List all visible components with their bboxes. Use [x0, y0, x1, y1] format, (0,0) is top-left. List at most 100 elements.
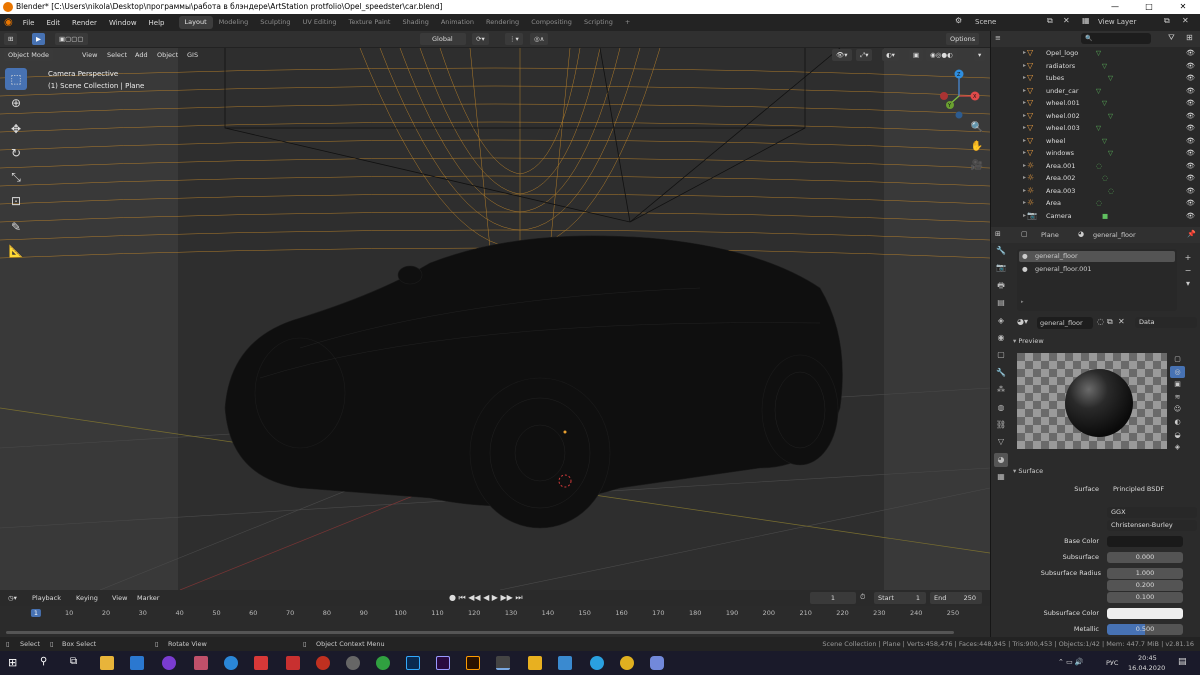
app-m-icon[interactable]	[528, 656, 542, 670]
view-menu[interactable]: View	[108, 592, 131, 604]
base-color-swatch[interactable]	[1107, 536, 1183, 547]
material-selector[interactable]: ◕▾ general_floor ◌ ⧉ ✕	[1017, 317, 1127, 329]
preview-hair-icon[interactable]: ≋	[1170, 391, 1185, 404]
menu-window[interactable]: Window	[103, 19, 143, 27]
expand-arrow-icon[interactable]: ▸	[1023, 47, 1026, 60]
app-gear-icon[interactable]	[346, 656, 360, 670]
filter-icon[interactable]: ⛛	[1168, 33, 1175, 43]
view-layer-browse-icon[interactable]: ⧉	[1164, 16, 1170, 26]
transform-icon[interactable]: ⊡	[5, 190, 27, 212]
premiere-icon[interactable]	[436, 656, 450, 670]
visibility-eye-icon[interactable]: 👁	[1186, 147, 1195, 160]
tab-rendering[interactable]: Rendering	[480, 16, 525, 29]
preview-cloth-icon[interactable]: ◒	[1170, 429, 1185, 442]
tab-uv-editing[interactable]: UV Editing	[297, 16, 343, 29]
link-dropdown[interactable]: Data	[1135, 317, 1197, 328]
navigation-gizmo[interactable]: Z X Y	[938, 68, 984, 128]
outliner-search-field[interactable]: 🔍	[1081, 33, 1151, 44]
illustrator-icon[interactable]	[466, 656, 480, 670]
close-button[interactable]: ✕	[1166, 0, 1200, 14]
outliner-row[interactable]: ▸ ▽ windows ▽ 👁	[991, 147, 1200, 160]
menu-object[interactable]: Object	[153, 49, 182, 61]
telegram-icon[interactable]	[590, 656, 604, 670]
menu-view[interactable]: View	[78, 49, 101, 61]
timeline-editor-icon[interactable]: ◷▾	[4, 592, 21, 604]
material-slot-0[interactable]: ● general_floor	[1019, 251, 1175, 262]
pin-icon[interactable]: 📌	[1187, 230, 1196, 238]
subsurface-color-swatch[interactable]	[1107, 608, 1183, 619]
material-name-field[interactable]: general_floor	[1037, 317, 1093, 329]
edge-browser-icon[interactable]	[224, 656, 238, 670]
slot-specials-icon[interactable]: ▾	[1181, 277, 1195, 290]
tool-tab-icon[interactable]: 🔧	[994, 244, 1008, 258]
editor-type-button[interactable]: ⊞	[4, 33, 18, 45]
app-photos-icon[interactable]	[558, 656, 572, 670]
outliner-row[interactable]: ▸ 📷 Camera ■ 👁	[991, 210, 1200, 223]
app-red2-icon[interactable]	[286, 656, 300, 670]
auto-keying-icon[interactable]: ⏱	[860, 593, 865, 602]
preview-world-icon[interactable]: ◐	[1170, 416, 1185, 429]
expand-arrow-icon[interactable]: ▸	[1023, 172, 1026, 185]
app-red-icon[interactable]	[254, 656, 268, 670]
timeline-scrollbar[interactable]	[6, 631, 954, 634]
shading-modes-icon[interactable]: ◉◎●◐	[926, 49, 957, 61]
expand-arrow-icon[interactable]: ▸	[1023, 85, 1026, 98]
camera-view-icon[interactable]: 🎥	[970, 160, 984, 174]
outliner-row[interactable]: ▸ ☼ Area.003 ◌ 👁	[991, 185, 1200, 198]
timeline[interactable]: 1 10 20 30 40 50 60 70 80 90 100 110 120 130 140 150 160…	[0, 606, 990, 637]
app-green-icon[interactable]	[376, 656, 390, 670]
scene-delete-icon[interactable]: ✕	[1063, 16, 1070, 25]
mode-dropdown[interactable]: Object Mode	[4, 49, 53, 61]
outliner-row[interactable]: ▸ ▽ wheel.002 ▽ 👁	[991, 110, 1200, 123]
visibility-eye-icon[interactable]: 👁	[1186, 47, 1195, 60]
preview-flat-icon[interactable]: ▢	[1170, 353, 1185, 366]
preview-sphere-icon[interactable]: ◎	[1170, 365, 1185, 379]
physics-tab-icon[interactable]: ◍	[994, 401, 1008, 415]
add-workspace-button[interactable]: +	[619, 16, 636, 29]
menu-edit[interactable]: Edit	[40, 19, 66, 27]
windows-start-icon[interactable]: ⊞	[8, 656, 22, 670]
menu-render[interactable]: Render	[66, 19, 103, 27]
options-dropdown[interactable]: Options	[946, 33, 980, 45]
subsurface-radius-z[interactable]: 0.100	[1107, 592, 1183, 603]
system-tray-icons[interactable]: ⌃ ▭ 🔊	[1058, 658, 1084, 666]
annotate-icon[interactable]: ✎	[5, 216, 27, 238]
new-collection-icon[interactable]: ⊞	[1186, 33, 1193, 42]
scene-tab-icon[interactable]: ◈	[994, 314, 1008, 328]
visibility-eye-icon[interactable]: 👁	[1186, 97, 1195, 110]
transform-orientation-dropdown[interactable]: Global	[420, 33, 466, 45]
scene-selector[interactable]: ⚙ Scene ⧉ ✕	[955, 16, 1075, 29]
preview-monkey-icon[interactable]: ☺	[1170, 403, 1185, 416]
expand-arrow-icon[interactable]: ▸	[1023, 147, 1026, 160]
proportional-edit-icon[interactable]: ◎∧	[530, 33, 549, 45]
language-indicator[interactable]: РУС	[1106, 659, 1118, 667]
list-expand-icon[interactable]: ▸	[1021, 299, 1024, 305]
material-tab-icon[interactable]: ◕	[994, 452, 1008, 467]
task-view-icon[interactable]: ⧉	[70, 656, 84, 670]
marker-menu[interactable]: Marker	[133, 592, 163, 604]
3d-viewport[interactable]: Camera Perspective (1) Scene Collection …	[0, 48, 990, 590]
expand-arrow-icon[interactable]: ▸	[1023, 122, 1026, 135]
visibility-eye-icon[interactable]: 👁	[1186, 197, 1195, 210]
shading-options-icon[interactable]: ▾	[974, 49, 986, 61]
overlay-toggle-icon[interactable]: ◐▾	[882, 49, 899, 61]
maximize-button[interactable]: □	[1132, 0, 1166, 14]
outliner-row[interactable]: ▸ ▽ radiators ▽ 👁	[991, 60, 1200, 73]
outliner-row[interactable]: ▸ ☼ Area.002 ◌ 👁	[991, 172, 1200, 185]
menu-help[interactable]: Help	[143, 19, 171, 27]
search-icon[interactable]: ⚲	[40, 656, 54, 670]
menu-file[interactable]: File	[17, 19, 41, 27]
object-tab-icon[interactable]: ▢	[994, 348, 1008, 362]
tab-compositing[interactable]: Compositing	[525, 16, 578, 29]
tab-scripting[interactable]: Scripting	[578, 16, 619, 29]
notifications-icon[interactable]: ▤	[1178, 657, 1187, 667]
blender-menu-icon[interactable]: ◉	[0, 17, 17, 28]
fake-user-icon[interactable]: ◌	[1097, 317, 1104, 326]
scale-icon[interactable]: ⤡	[5, 166, 27, 188]
visibility-eye-icon[interactable]: 👁	[1186, 122, 1195, 135]
zoom-icon[interactable]: 🔍	[970, 122, 984, 136]
tab-sculpting[interactable]: Sculpting	[254, 16, 296, 29]
modifier-tab-icon[interactable]: 🔧	[994, 366, 1008, 380]
gizmo-toggle-icon[interactable]: ⤢▾	[856, 49, 873, 61]
metallic-slider[interactable]: 0.500	[1107, 624, 1183, 635]
